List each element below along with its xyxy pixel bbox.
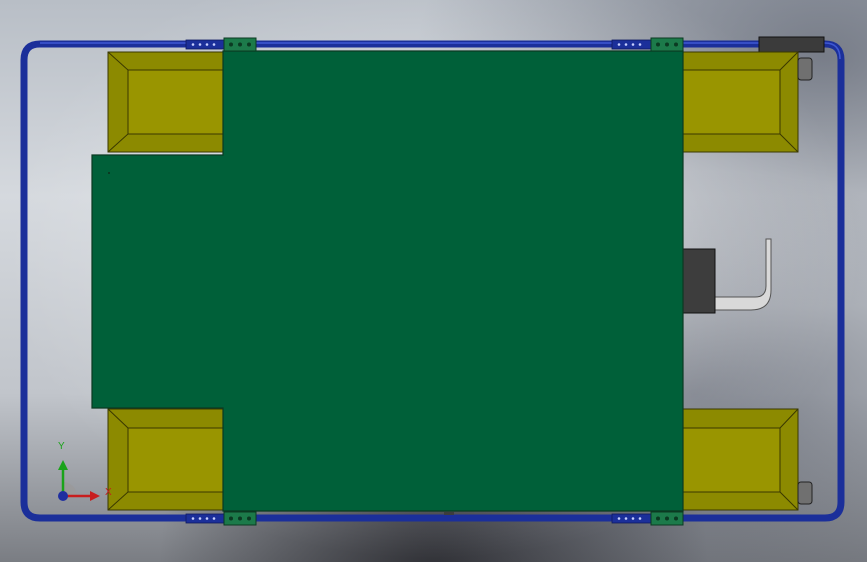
top-right-clip xyxy=(758,36,825,53)
coordinate-triad: Y X xyxy=(48,438,118,508)
triad-y-label: Y xyxy=(58,441,65,452)
wheel-rear-right xyxy=(679,408,813,511)
header-top-left xyxy=(185,37,257,52)
header-bottom-right xyxy=(611,511,684,526)
cad-viewport[interactable]: Y X xyxy=(0,0,867,562)
triad-x-label: X xyxy=(105,487,112,498)
wheel-front-right xyxy=(679,51,813,153)
wheel-front-left xyxy=(107,51,227,153)
header-bottom-left xyxy=(185,511,257,526)
model-view[interactable] xyxy=(0,0,867,562)
side-bracket xyxy=(682,238,772,314)
wheel-rear-left xyxy=(107,408,227,511)
bottom-tab xyxy=(444,512,454,515)
header-top-right xyxy=(611,37,684,52)
